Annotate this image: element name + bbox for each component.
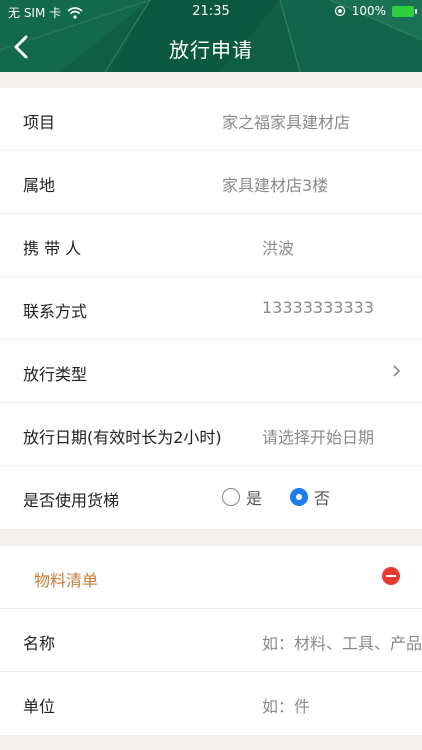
- project-row: 项目 家之福家具建材店: [0, 88, 422, 151]
- contact-field[interactable]: 13333333333: [262, 298, 374, 317]
- carrier-label: 携 带 人: [23, 239, 82, 258]
- material-unit-row[interactable]: 单位 如：件: [0, 672, 422, 735]
- status-bar: 无 SIM 卡 21:35 100%: [0, 4, 422, 20]
- release-type-label: 放行类型: [23, 365, 88, 384]
- remove-material-button[interactable]: [382, 567, 400, 585]
- release-date-field[interactable]: 请选择开始日期: [262, 424, 374, 448]
- elevator-no-label: 否: [314, 489, 331, 508]
- location-value: 家具建材店3楼: [222, 176, 329, 195]
- material-unit-label: 单位: [23, 697, 56, 716]
- elevator-row: 是否使用货梯 是 否: [0, 466, 422, 529]
- materials-section: 物料清单 名称 如：材料、工具、产品 单位 如：件: [0, 546, 422, 735]
- carrier-field[interactable]: 洪波: [262, 235, 294, 259]
- contact-label: 联系方式: [23, 302, 88, 321]
- location-label: 属地: [23, 176, 56, 195]
- release-date-label: 放行日期(有效时长为2小时): [23, 428, 222, 447]
- elevator-no-radio[interactable]: 否: [290, 485, 330, 509]
- chevron-right-icon: [393, 365, 401, 377]
- release-date-row[interactable]: 放行日期(有效时长为2小时) 请选择开始日期: [0, 403, 422, 466]
- orientation-lock-icon: [334, 5, 345, 17]
- page-title: 放行申请: [169, 38, 253, 62]
- app-header: 无 SIM 卡 21:35 100% 放行申请: [0, 0, 422, 72]
- elevator-yes-radio[interactable]: 是: [222, 485, 262, 509]
- elevator-yes-label: 是: [246, 489, 263, 508]
- contact-row[interactable]: 联系方式 13333333333: [0, 277, 422, 340]
- material-name-label: 名称: [23, 634, 56, 653]
- location-row: 属地 家具建材店3楼: [0, 151, 422, 214]
- radio-unselected-icon: [222, 488, 240, 506]
- battery-percent: 100%: [351, 4, 386, 18]
- material-unit-input[interactable]: 如：件: [262, 693, 310, 717]
- material-name-input[interactable]: 如：材料、工具、产品: [262, 630, 422, 654]
- radio-selected-icon: [290, 488, 308, 506]
- materials-title: 物料清单: [34, 571, 99, 590]
- nav-bar: 放行申请: [0, 28, 422, 66]
- elevator-label: 是否使用货梯: [23, 491, 120, 510]
- carrier-row[interactable]: 携 带 人 洪波: [0, 214, 422, 277]
- battery-icon: [392, 5, 417, 17]
- materials-header: 物料清单: [0, 546, 422, 609]
- material-name-row[interactable]: 名称 如：材料、工具、产品: [0, 609, 422, 672]
- status-right: 100%: [334, 4, 417, 18]
- project-label: 项目: [23, 113, 56, 132]
- project-value: 家之福家具建材店: [222, 113, 351, 132]
- release-form: 项目 家之福家具建材店 属地 家具建材店3楼 携 带 人 洪波 联系方式 133…: [0, 88, 422, 529]
- release-type-row[interactable]: 放行类型: [0, 340, 422, 403]
